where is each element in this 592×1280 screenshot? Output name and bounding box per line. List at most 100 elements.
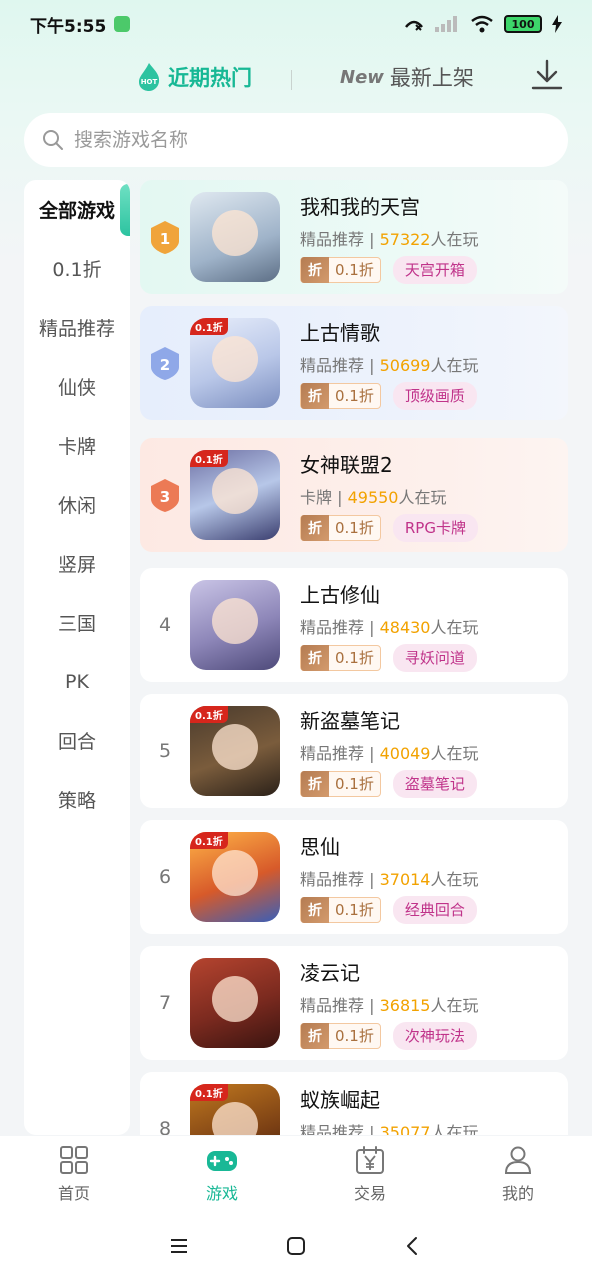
- discount-corner-tag: 0.1折: [190, 1084, 228, 1101]
- discount-badge: 折 0.1折: [300, 770, 381, 797]
- game-card[interactable]: 3 0.1折 女神联盟2 卡牌 | 49550人在玩折 0.1折 RPG卡牌: [140, 438, 568, 552]
- grid-icon: [60, 1146, 88, 1174]
- rank-column: 7: [140, 992, 190, 1014]
- feature-tag: RPG卡牌: [392, 513, 478, 542]
- game-badges: 折 0.1折 天宫开箱: [300, 255, 479, 284]
- tab-games[interactable]: 游戏: [148, 1136, 296, 1212]
- game-name: 新盗墓笔记: [300, 708, 400, 733]
- tab-trade[interactable]: 交易: [296, 1136, 444, 1212]
- sidebar-item[interactable]: PK: [24, 652, 130, 711]
- discount-badge: 折 0.1折: [300, 256, 381, 283]
- feature-tag: 经典回合: [392, 895, 477, 924]
- player-count-suffix: 人在玩: [430, 995, 479, 1015]
- icon-art: [212, 724, 258, 770]
- player-count: 50699: [379, 355, 431, 375]
- game-meta: 精品推荐 | 40049人在玩: [300, 740, 479, 764]
- rank-column: 5: [140, 740, 190, 762]
- sidebar-item[interactable]: 全部游戏: [24, 180, 130, 239]
- rank-medal-icon: 2: [151, 347, 179, 380]
- tab-trade-label: 交易: [353, 1184, 386, 1203]
- download-icon[interactable]: [530, 58, 564, 92]
- game-meta: 精品推荐 | 35077人在玩: [300, 1119, 479, 1136]
- discount-corner-tag: 0.1折: [190, 450, 228, 467]
- home-square-icon[interactable]: [284, 1234, 308, 1258]
- status-time: 下午5:55: [30, 16, 107, 37]
- bottom-tab-bar: 首页 游戏 交易 我的: [0, 1136, 592, 1212]
- person-icon: [504, 1146, 532, 1174]
- search-bar[interactable]: [24, 113, 568, 167]
- game-badges: 折 0.1折 RPG卡牌: [300, 513, 478, 542]
- game-card[interactable]: 7 凌云记 精品推荐 | 36815人在玩折 0.1折 次神玩法: [140, 946, 568, 1060]
- meta-separator: |: [332, 487, 348, 507]
- discount-icon: 折: [301, 644, 329, 671]
- sidebar-item[interactable]: 精品推荐: [24, 298, 130, 357]
- signal-icon: [435, 16, 457, 32]
- player-count: 37014: [379, 869, 431, 889]
- sidebar-item[interactable]: 0.1折: [24, 239, 130, 298]
- search-input[interactable]: [74, 129, 514, 151]
- feature-tag: 次神玩法: [392, 1021, 477, 1050]
- sidebar-item[interactable]: 回合: [24, 711, 130, 770]
- tab-hot[interactable]: HOT 近期热门: [136, 62, 252, 92]
- sidebar-item[interactable]: 竖屏: [24, 534, 130, 593]
- sidebar-item[interactable]: 仙侠: [24, 357, 130, 416]
- goddess-portrait-icon[interactable]: 0.1折: [190, 450, 280, 540]
- player-count-suffix: 人在玩: [398, 487, 447, 507]
- game-category: 精品推荐: [300, 743, 365, 763]
- sidebar-item[interactable]: 策略: [24, 770, 130, 829]
- rank-column: 3: [140, 477, 190, 513]
- rank-medal-icon: 3: [151, 479, 179, 512]
- game-card[interactable]: 5 0.1折 新盗墓笔记精品推荐 | 40049人在玩折 0.1折 盗墓笔记: [140, 694, 568, 808]
- discount-corner-tag: 0.1折: [190, 318, 228, 335]
- sidebar-item[interactable]: 卡牌: [24, 416, 130, 475]
- rank-number: 6: [158, 866, 172, 888]
- game-card[interactable]: 2 0.1折 上古情歌 精品推荐 | 50699人在玩折 0.1折 顶级画质: [140, 306, 568, 420]
- moon-calligraphy-icon[interactable]: 0.1折: [190, 318, 280, 408]
- back-icon[interactable]: [401, 1234, 425, 1258]
- rank-number: 7: [158, 992, 172, 1014]
- status-bar: 下午5:55 100: [0, 0, 592, 48]
- game-card[interactable]: 1 我和我的天宫 精品推荐 | 57322人在玩折 0.1折 天宫开箱: [140, 180, 568, 294]
- system-nav-bar: [0, 1212, 592, 1280]
- sidebar-item[interactable]: 三国: [24, 593, 130, 652]
- sidebar-item[interactable]: 休闲: [24, 475, 130, 534]
- feature-tag: 盗墓笔记: [392, 769, 477, 798]
- silver-hair-portrait-icon[interactable]: [190, 580, 280, 670]
- blue-hair-hero-icon[interactable]: 0.1折: [190, 832, 280, 922]
- game-info: 蚁族崛起精品推荐 | 35077人在玩折0.1折: [300, 1084, 479, 1136]
- menu-icon[interactable]: [167, 1234, 191, 1258]
- game-info: 我和我的天宫 精品推荐 | 57322人在玩折 0.1折 天宫开箱: [300, 191, 479, 284]
- battery-indicator: 100: [504, 15, 542, 33]
- fairy-portrait-icon[interactable]: [190, 192, 280, 282]
- meta-separator: |: [364, 617, 380, 637]
- game-name: 我和我的天宫: [300, 194, 420, 219]
- icon-art: [212, 1102, 258, 1135]
- bearded-warrior-icon[interactable]: [190, 958, 280, 1048]
- tomb-explorers-icon[interactable]: 0.1折: [190, 706, 280, 796]
- game-info: 女神联盟2 卡牌 | 49550人在玩折 0.1折 RPG卡牌: [300, 449, 478, 542]
- discount-value: 0.1折: [335, 649, 374, 667]
- player-count-suffix: 人在玩: [430, 1122, 479, 1136]
- game-name: 上古修仙: [300, 582, 380, 607]
- discount-badge: 折 0.1折: [300, 644, 381, 671]
- rank-number: 4: [158, 614, 172, 636]
- tab-home[interactable]: 首页: [0, 1136, 148, 1212]
- nav-divider: [291, 70, 292, 90]
- feature-tag: 寻妖问道: [392, 643, 477, 672]
- tab-mine[interactable]: 我的: [444, 1136, 592, 1212]
- ant-empire-icon[interactable]: 0.1折: [190, 1084, 280, 1135]
- icon-art: [212, 210, 258, 256]
- discount-corner-tag: 0.1折: [190, 832, 228, 849]
- rank-number: 2: [160, 356, 170, 374]
- game-card[interactable]: 80.1折蚁族崛起精品推荐 | 35077人在玩折0.1折: [140, 1072, 568, 1135]
- rank-number: 5: [158, 740, 172, 762]
- app-notification-icon: [114, 16, 131, 32]
- game-category: 精品推荐: [300, 229, 365, 249]
- player-count-suffix: 人在玩: [430, 229, 479, 249]
- game-name: 凌云记: [300, 960, 360, 985]
- rank-column: 6: [140, 866, 190, 888]
- game-card[interactable]: 4 上古修仙 精品推荐 | 48430人在玩折 0.1折 寻妖问道: [140, 568, 568, 682]
- tab-new[interactable]: New 最新上架: [340, 62, 474, 92]
- tab-new-label: 最新上架: [389, 66, 474, 90]
- game-card[interactable]: 6 0.1折 思仙 精品推荐 | 37014人在玩折 0.1折 经典回合: [140, 820, 568, 934]
